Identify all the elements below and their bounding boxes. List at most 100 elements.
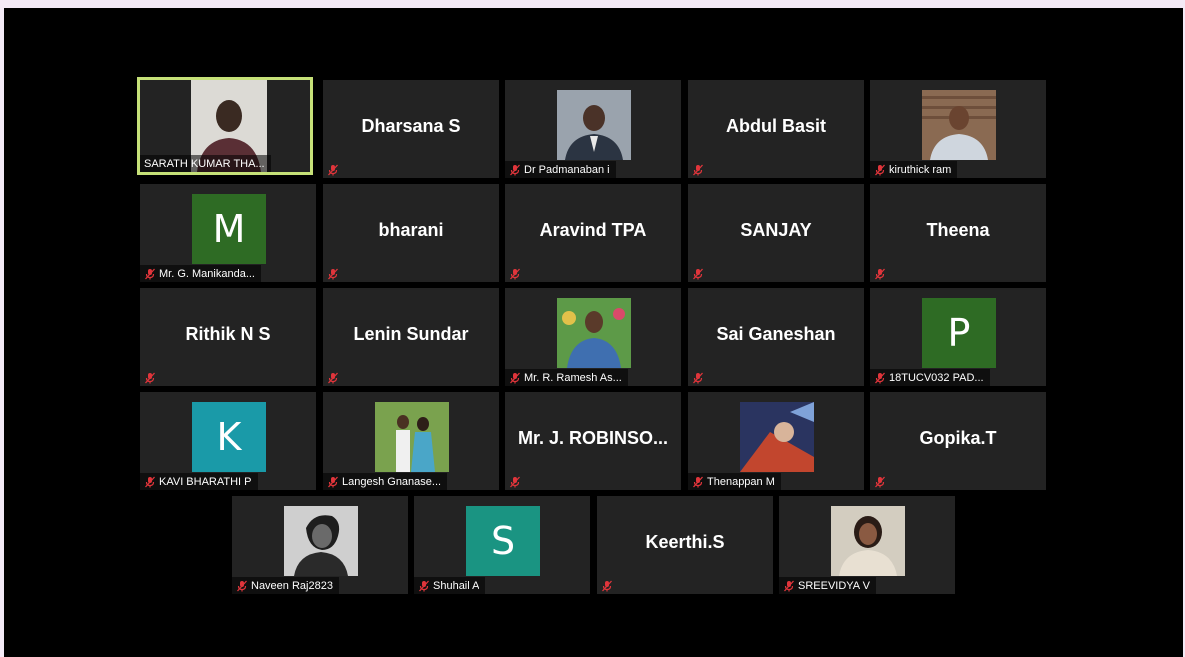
participant-video [557,298,631,368]
participant-display-name: Gopika.T [919,428,997,448]
mic-muted-icon [145,372,155,383]
participant-display-name: Keerthi.S [645,532,725,552]
mic-muted-icon [875,476,885,487]
participant-tile-sreevidya[interactable]: SREEVIDYA V [779,496,955,594]
mic-muted-icon [602,580,612,591]
participant-name: SARATH KUMAR THA... [144,157,265,170]
participant-name-bar [688,161,713,178]
participant-tile-sarath[interactable]: SARATH KUMAR THA... [137,77,313,175]
participant-video [375,402,449,472]
mic-muted-icon [693,372,703,383]
participant-tile-naveen[interactable]: Naveen Raj2823 [232,496,408,594]
mic-muted-icon [145,476,155,487]
participant-display-name: Dharsana S [361,116,461,136]
participant-tile-kiruthick[interactable]: kiruthick ram [870,80,1046,178]
participant-display-name: Mr. J. ROBINSO... [517,428,669,448]
participant-tile-sai[interactable]: Sai Ganeshan [688,288,864,386]
participant-tile-robinson[interactable]: Mr. J. ROBINSO... [505,392,681,490]
participant-video [922,90,996,160]
participant-tile-bharani[interactable]: bharani [323,184,499,282]
participant-name-bar [870,265,895,282]
participant-display-name: Theena [926,220,990,240]
mic-muted-icon [693,164,703,175]
participant-name: Shuhail A [433,579,480,592]
participant-name-bar [323,161,348,178]
participant-video [557,90,631,160]
participant-name-bar: 18TUCV032 PAD... [870,369,990,386]
participant-tile-aravind[interactable]: Aravind TPA [505,184,681,282]
mic-muted-icon [510,372,520,383]
mic-muted-icon [328,476,338,487]
participant-name-bar: Langesh Gnanase... [323,473,448,490]
participant-initial-avatar: M [192,194,266,264]
participant-name: kiruthick ram [889,163,952,176]
participant-tile-sanjay[interactable]: SANJAY [688,184,864,282]
participant-name-bar [323,369,348,386]
participant-name: Dr Padmanaban i [524,163,610,176]
participant-name-bar [870,473,895,490]
mic-muted-icon [510,164,520,175]
participant-name: SREEVIDYA V [798,579,870,592]
mic-muted-icon [328,372,338,383]
participant-name-bar [688,265,713,282]
mic-muted-icon [875,268,885,279]
participant-display-name: Lenin Sundar [353,324,469,344]
participant-name-bar [597,577,622,594]
participant-tile-ramesh[interactable]: Mr. R. Ramesh As... [505,288,681,386]
participant-name: KAVI BHARATHI P [159,475,252,488]
mic-muted-icon [419,580,429,591]
participant-display-name: Rithik N S [185,324,271,344]
mic-muted-icon [328,164,338,175]
participant-tile-abdul[interactable]: Abdul Basit [688,80,864,178]
participant-name-bar: SREEVIDYA V [779,577,876,594]
participant-name-bar [140,369,165,386]
mic-muted-icon [875,164,885,175]
video-grid: SARATH KUMAR THA... Dharsana S Dr Padman… [4,8,1183,657]
participant-video [831,506,905,576]
participant-name: Naveen Raj2823 [251,579,333,592]
participant-tile-gopika[interactable]: Gopika.T [870,392,1046,490]
participant-name-bar: KAVI BHARATHI P [140,473,258,490]
participant-name-bar: Shuhail A [414,577,486,594]
participant-name-bar: Naveen Raj2823 [232,577,339,594]
participant-name: Thenappan M [707,475,775,488]
participant-display-name: Aravind TPA [539,220,647,240]
participant-name: 18TUCV032 PAD... [889,371,984,384]
participant-name-bar: Dr Padmanaban i [505,161,616,178]
participant-tile-padmanaban[interactable]: Dr Padmanaban i [505,80,681,178]
participant-name-bar [505,265,530,282]
participant-display-name: SANJAY [740,220,812,240]
mic-muted-icon [510,476,520,487]
participant-name-bar: Mr. R. Ramesh As... [505,369,628,386]
participant-tile-manikandan[interactable]: M Mr. G. Manikanda... [140,184,316,282]
participant-display-name: bharani [378,220,444,240]
participant-name-bar [688,369,713,386]
participant-name: Mr. G. Manikanda... [159,267,255,280]
participant-initial-avatar: K [192,402,266,472]
participant-tile-theena[interactable]: Theena [870,184,1046,282]
participant-tile-dharsana[interactable]: Dharsana S [323,80,499,178]
participant-initial-avatar: P [922,298,996,368]
mic-muted-icon [784,580,794,591]
participant-name: Mr. R. Ramesh As... [524,371,622,384]
participant-tile-pad[interactable]: P 18TUCV032 PAD... [870,288,1046,386]
mic-muted-icon [510,268,520,279]
participant-tile-rithik[interactable]: Rithik N S [140,288,316,386]
mic-muted-icon [875,372,885,383]
mic-muted-icon [328,268,338,279]
participant-tile-thenappan[interactable]: Thenappan M [688,392,864,490]
participant-tile-shuhail[interactable]: S Shuhail A [414,496,590,594]
participant-video [284,506,358,576]
participant-tile-keerthi[interactable]: Keerthi.S [597,496,773,594]
participant-name-bar: SARATH KUMAR THA... [140,155,271,172]
participant-name-bar: kiruthick ram [870,161,958,178]
participant-tile-lenin[interactable]: Lenin Sundar [323,288,499,386]
participant-tile-kavi[interactable]: K KAVI BHARATHI P [140,392,316,490]
mic-muted-icon [693,476,703,487]
participant-display-name: Sai Ganeshan [716,324,836,344]
participant-name-bar: Thenappan M [688,473,781,490]
participant-name-bar: Mr. G. Manikanda... [140,265,261,282]
participant-tile-langesh[interactable]: Langesh Gnanase... [323,392,499,490]
mic-muted-icon [237,580,247,591]
mic-muted-icon [145,268,155,279]
